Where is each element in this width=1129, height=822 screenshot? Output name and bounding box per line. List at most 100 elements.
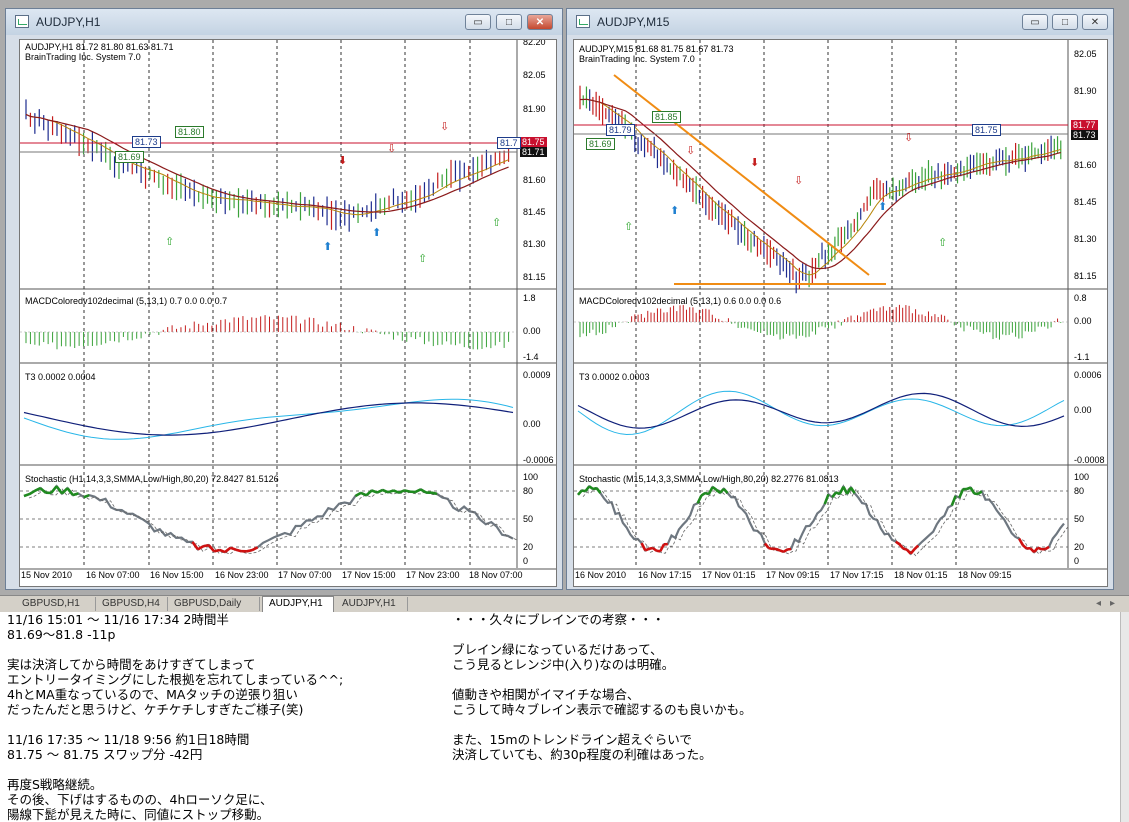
tab-audjpy-h1-active[interactable]: AUDJPY,H1: [262, 596, 334, 612]
stochastic-overbought-segment: [849, 486, 856, 494]
stochastic-oversold-segment: [1033, 546, 1039, 553]
time-tick: 18 Nov 07:00: [469, 570, 523, 580]
t3-tick: 0.0006: [1074, 370, 1102, 380]
chart-canvas[interactable]: ⇧ ⬇ ⇩ ⬆ ⬆ ⇧ ⇩ ⇩ AUDJPY,M15 81.68 81.75 81.67 81…: [573, 39, 1108, 587]
stoch-tick: 20: [1074, 542, 1085, 552]
stochastic-overbought-segment: [950, 495, 957, 506]
stochastic-oversold-segment: [235, 548, 242, 553]
window-title: AUDJPY,M15: [597, 15, 670, 29]
note-line: 11/16 17:35 ～ 11/18 9:56 約1日18時間: [7, 732, 250, 747]
chart-window-audjpy-m15[interactable]: AUDJPY,M15 ▭ □ ✕ ⇧ ⬇ ⇩ ⬆ ⬆ ⇧ ⇩ ⇩ AUDJPY,M15 81.…: [566, 8, 1114, 590]
stochastic-overbought-segment: [419, 488, 427, 494]
note-line: こうして時々ブレイン表示で確認するのも良いかも。: [452, 702, 752, 717]
tab-scroll-right-icon[interactable]: ▸: [1110, 597, 1115, 611]
window-titlebar[interactable]: AUDJPY,H1 ▭ □ ✕: [6, 9, 562, 35]
tab-gbpusd-h4[interactable]: GBPUSD,H4: [96, 597, 168, 611]
macd-label: MACDColoredv102decimal (5,13,1) 0.6 0.0 …: [579, 296, 782, 306]
stoch-tick: 50: [523, 514, 534, 524]
stochastic-oversold-segment: [659, 543, 666, 552]
stochastic-overbought-segment: [588, 485, 594, 491]
stochastic-oversold-segment: [246, 548, 253, 553]
price-box-label: 81.75: [972, 124, 1001, 136]
stochastic-oversold-segment: [895, 540, 901, 546]
stochastic-overbought-segment: [700, 491, 706, 497]
close-button[interactable]: ✕: [527, 14, 553, 30]
chart-canvas[interactable]: ⇧ ⬇ ⇩ ⇩ ⬆ ⬆ ⇧ ⇧ AUDJPY,H1 81.72 81.80 81.63 81.…: [19, 39, 557, 587]
price-tick: 81.15: [1074, 271, 1097, 281]
signal-arrow-icon: ⇩: [387, 142, 396, 155]
stochastic-main-line: [577, 484, 1065, 556]
time-tick: 18 Nov 09:15: [958, 570, 1012, 580]
note-line: 4hとMA重なっているので、MAタッチの逆張り狙い: [7, 687, 298, 702]
price-tag-ask: 81.77: [1071, 120, 1098, 130]
price-tick: 81.30: [523, 239, 546, 249]
stochastic-overbought-segment: [577, 489, 583, 496]
stochastic-oversold-segment: [648, 546, 654, 551]
note-line: ブレイン緑になっているだけあって、: [452, 642, 663, 657]
note-line: 値動きや相関がイマイチな場合、: [452, 687, 640, 702]
price-tick: 82.05: [523, 70, 546, 80]
stochastic-overbought-segment: [595, 487, 602, 494]
stochastic-oversold-segment: [909, 548, 916, 555]
signal-arrow-icon: ⇩: [440, 120, 449, 133]
stochastic-oversold-segment: [197, 545, 204, 551]
maximize-button[interactable]: □: [496, 14, 522, 30]
stoch-tick: 100: [523, 472, 539, 482]
window-title: AUDJPY,H1: [36, 15, 101, 29]
time-tick: 17 Nov 09:15: [766, 570, 820, 580]
macd-label: MACDColoredv102decimal (5,13,1) 0.7 0.0 …: [25, 296, 228, 306]
chart-window-icon: [15, 15, 29, 28]
stochastic-overbought-segment: [414, 488, 422, 494]
stoch-tick: 80: [523, 486, 534, 496]
tab-audjpy-h1[interactable]: AUDJPY,H1: [336, 597, 408, 611]
signal-arrow-icon: ⬆: [878, 200, 887, 213]
close-button[interactable]: ✕: [1082, 14, 1108, 30]
minimize-button[interactable]: ▭: [1022, 14, 1048, 30]
note-line: [7, 642, 343, 657]
window-titlebar[interactable]: AUDJPY,M15 ▭ □ ✕: [567, 9, 1113, 35]
stochastic-oversold-segment: [640, 542, 647, 551]
maximize-button[interactable]: □: [1052, 14, 1078, 30]
t3-fast-line: [577, 390, 1065, 436]
chart-header-system: BrainTrading Inc. System 7.0: [579, 54, 695, 64]
note-line: [7, 717, 343, 732]
price-tag-ask: 81.75: [520, 137, 547, 147]
minimize-button[interactable]: ▭: [465, 14, 491, 30]
tab-scroll-left-icon[interactable]: ◂: [1096, 597, 1101, 611]
price-box-label: 81.79: [606, 124, 635, 136]
stoch-tick: 50: [1074, 514, 1085, 524]
stochastic-overbought-segment: [722, 487, 729, 494]
stoch-tick: 0: [1074, 556, 1080, 566]
note-line: こう見るとレンジ中(入り)なのは明確。: [452, 657, 675, 672]
tab-gbpusd-h1[interactable]: GBPUSD,H1: [16, 597, 96, 611]
stoch-tick: 100: [1074, 472, 1090, 482]
stochastic-overbought-segment: [977, 490, 983, 496]
macd-tick: -1.1: [1074, 352, 1090, 362]
price-tag-bid: 81.73: [1071, 130, 1098, 140]
tab-gbpusd-daily[interactable]: GBPUSD,Daily: [168, 597, 260, 611]
stochastic-overbought-segment: [431, 491, 438, 496]
price-tick: 81.15: [523, 272, 546, 282]
time-tick: 16 Nov 23:00: [215, 570, 269, 580]
stochastic-oversold-segment: [1022, 544, 1028, 550]
stochastic-oversold-segment: [1037, 546, 1043, 551]
stochastic-overbought-segment: [34, 486, 41, 492]
price-tag-bid: 81.71: [520, 147, 547, 157]
notes-scrollbar[interactable]: [1120, 612, 1129, 822]
price-tick: 82.20: [523, 39, 546, 47]
t3-fast-line: [23, 398, 514, 440]
time-tick: 15 Nov 2010: [21, 570, 73, 580]
stochastic-overbought-segment: [365, 489, 373, 497]
chart-window-audjpy-h1[interactable]: AUDJPY,H1 ▭ □ ✕ ⇧ ⬇ ⇩ ⇩ ⬆ ⬆ ⇧ ⇧ AUDJPY,H1 81.72…: [5, 8, 563, 590]
stochastic-oversold-segment: [652, 546, 658, 552]
note-line: だったんだと思うけど、ケチケチしすぎたご様子(笑): [7, 702, 304, 717]
notes-panel[interactable]: 11/16 15:01 ～ 11/16 17:34 2時間半 81.69～81.…: [0, 612, 1120, 822]
t3-tick: -0.0008: [1074, 455, 1105, 465]
time-tick: 16 Nov 07:00: [86, 570, 140, 580]
macd-tick: -1.4: [523, 352, 539, 362]
time-tick: 16 Nov 2010: [575, 570, 627, 580]
stochastic-oversold-segment: [219, 548, 226, 554]
time-tick: 17 Nov 01:15: [702, 570, 756, 580]
trendline: [613, 74, 870, 276]
note-line: 実は決済してから時間をあけすぎてしまって: [7, 657, 256, 672]
